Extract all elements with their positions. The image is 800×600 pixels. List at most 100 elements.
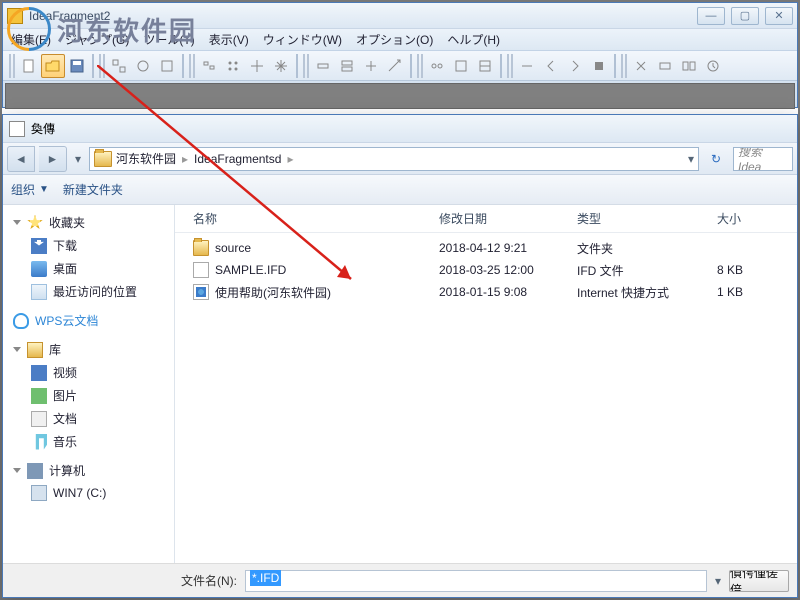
forward-button[interactable]: ► (39, 146, 67, 172)
open-button[interactable]: 傊偔偅傞偣 (729, 570, 789, 592)
file-list: 名称 修改日期 类型 大小 source2018-04-12 9:21文件夹SA… (175, 205, 797, 563)
tb-icon[interactable] (473, 54, 497, 78)
toolbar-sep (182, 54, 184, 78)
crumb-item[interactable]: IdeaFragmentsd (194, 152, 281, 166)
folder-icon (94, 151, 112, 167)
tb-icon[interactable] (311, 54, 335, 78)
tb-icon[interactable] (221, 54, 245, 78)
collapse-icon (13, 468, 21, 473)
toolbar-grip (417, 54, 423, 78)
sidebar-item-drive-c[interactable]: WIN7 (C:) (3, 482, 174, 504)
col-name[interactable]: 名称 (185, 210, 431, 227)
menu-view[interactable]: 表示(V) (209, 31, 249, 48)
toolbar-sep (296, 54, 298, 78)
sidebar-item-recent[interactable]: 最近访问的位置 (3, 280, 174, 303)
image-icon (31, 388, 47, 404)
sidebar-item-documents[interactable]: 文档 (3, 407, 174, 430)
toolbar-sep (614, 54, 616, 78)
tb-icon[interactable] (425, 54, 449, 78)
file-row[interactable]: SAMPLE.IFD2018-03-25 12:00IFD 文件8 KB (175, 259, 797, 281)
drive-icon (31, 485, 47, 501)
toolbar-sep (92, 54, 94, 78)
app-title: IdeaFragment2 (29, 9, 697, 23)
open-button[interactable] (41, 54, 65, 78)
tb-icon[interactable] (359, 54, 383, 78)
toolbar-sep (500, 54, 502, 78)
tb-icon[interactable] (677, 54, 701, 78)
col-date[interactable]: 修改日期 (431, 210, 569, 227)
menu-help[interactable]: ヘルプ(H) (447, 31, 500, 48)
toolbar-grip (99, 54, 105, 78)
tb-icon[interactable] (131, 54, 155, 78)
file-row[interactable]: source2018-04-12 9:21文件夹 (175, 237, 797, 259)
open-dialog: 奐傳 ◄ ► ▾ 河东软件园▸ IdeaFragmentsd▸ ▾ ↻ 搜索 I… (2, 114, 798, 598)
address-dropdown[interactable]: ▾ (688, 152, 694, 166)
new-folder-button[interactable]: 新建文件夹 (63, 181, 123, 198)
tb-icon[interactable] (701, 54, 725, 78)
file-type: Internet 快捷方式 (569, 284, 709, 301)
new-button[interactable] (17, 54, 41, 78)
menu-option[interactable]: オプション(O) (356, 31, 433, 48)
tb-icon[interactable] (269, 54, 293, 78)
breadcrumb[interactable]: 河东软件园▸ IdeaFragmentsd▸ (116, 150, 299, 167)
sidebar-item-videos[interactable]: 视频 (3, 361, 174, 384)
tb-icon[interactable] (335, 54, 359, 78)
menu-jump[interactable]: ジャンプ(G) (65, 31, 129, 48)
col-type[interactable]: 类型 (569, 210, 709, 227)
sidebar-wps[interactable]: WPS云文档 (3, 309, 174, 332)
sidebar-libraries[interactable]: 库 (3, 338, 174, 361)
file-name: 使用帮助(河东软件园) (215, 284, 331, 301)
sidebar-favorites[interactable]: 收藏夹 (3, 211, 174, 234)
tb-icon[interactable] (107, 54, 131, 78)
dialog-title: 奐傳 (31, 120, 55, 137)
cloud-icon (13, 313, 29, 329)
nav-history-dropdown[interactable]: ▾ (71, 148, 85, 170)
toolbar-grip (189, 54, 195, 78)
tb-icon[interactable] (197, 54, 221, 78)
toolbar-grip (9, 54, 15, 78)
collapse-icon (13, 347, 21, 352)
tb-icon[interactable] (515, 54, 539, 78)
app-titlebar[interactable]: IdeaFragment2 — ▢ ✕ (3, 3, 797, 29)
filename-dropdown[interactable]: ▾ (715, 574, 721, 588)
computer-icon (27, 463, 43, 479)
fold-icon (193, 240, 209, 256)
sidebar-item-music[interactable]: 音乐 (3, 430, 174, 453)
download-icon (31, 238, 47, 254)
back-button[interactable]: ◄ (7, 146, 35, 172)
library-icon (27, 342, 43, 358)
refresh-button[interactable]: ↻ (703, 148, 729, 170)
tb-close-icon[interactable] (629, 54, 653, 78)
sidebar-item-pictures[interactable]: 图片 (3, 384, 174, 407)
file-type: 文件夹 (569, 240, 709, 257)
sidebar-computer[interactable]: 计算机 (3, 459, 174, 482)
dialog-titlebar[interactable]: 奐傳 (3, 115, 797, 143)
organize-menu[interactable]: 组织 ▼ (11, 181, 49, 198)
file-date: 2018-01-15 9:08 (431, 285, 569, 299)
dialog-icon (9, 121, 25, 137)
tb-prev-icon[interactable] (539, 54, 563, 78)
tb-stop-icon[interactable] (587, 54, 611, 78)
crumb-item[interactable]: 河东软件园 (116, 150, 176, 167)
filename-input[interactable]: *.IFD (245, 570, 707, 592)
tb-icon[interactable] (653, 54, 677, 78)
address-field[interactable]: 河东软件园▸ IdeaFragmentsd▸ ▾ (89, 147, 699, 171)
menu-edit[interactable]: 编集(E) (11, 31, 51, 48)
maximize-button[interactable]: ▢ (731, 7, 759, 25)
minimize-button[interactable]: — (697, 7, 725, 25)
sidebar-item-downloads[interactable]: 下载 (3, 234, 174, 257)
sidebar-item-desktop[interactable]: 桌面 (3, 257, 174, 280)
col-size[interactable]: 大小 (709, 210, 797, 227)
menu-window[interactable]: ウィンドウ(W) (263, 31, 342, 48)
close-button[interactable]: ✕ (765, 7, 793, 25)
tb-icon[interactable] (245, 54, 269, 78)
tb-next-icon[interactable] (563, 54, 587, 78)
search-input[interactable]: 搜索 Idea (733, 147, 793, 171)
toolbar-sep (410, 54, 412, 78)
save-button[interactable] (65, 54, 89, 78)
tb-icon[interactable] (155, 54, 179, 78)
menu-tool[interactable]: ツール(T) (143, 31, 194, 48)
file-row[interactable]: 使用帮助(河东软件园)2018-01-15 9:08Internet 快捷方式1… (175, 281, 797, 303)
tb-icon[interactable] (383, 54, 407, 78)
tb-icon[interactable] (449, 54, 473, 78)
